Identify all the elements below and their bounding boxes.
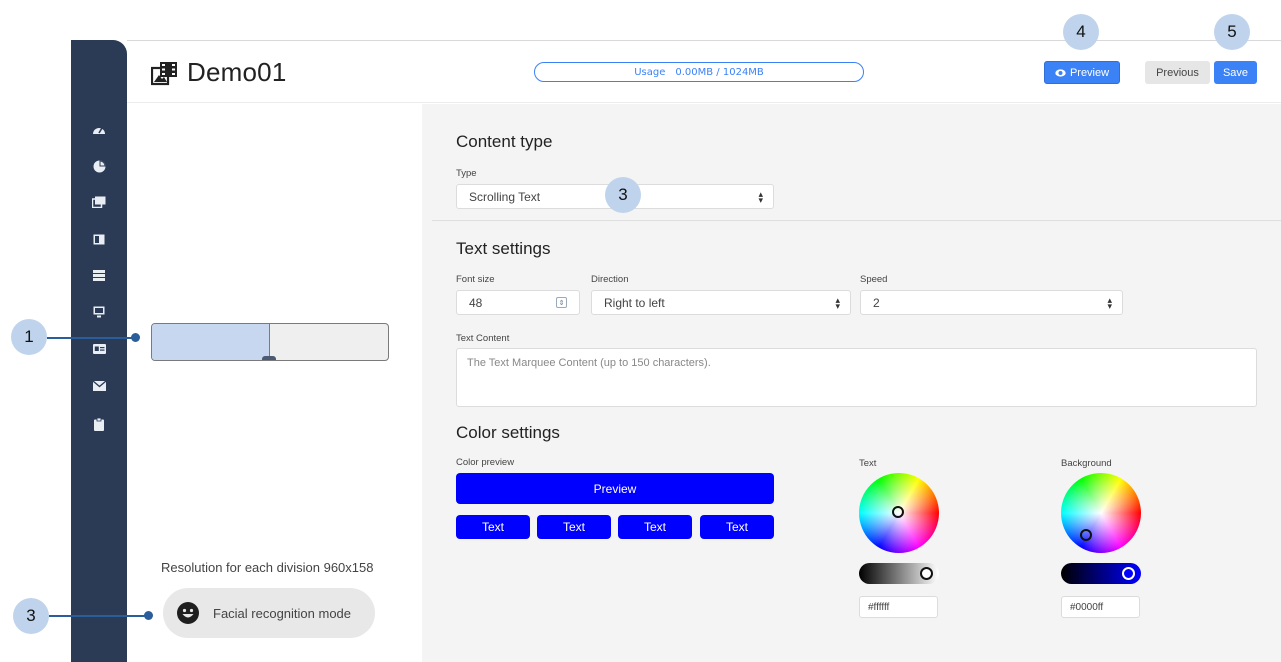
background-brightness-knob[interactable] bbox=[1122, 567, 1135, 580]
direction-label: Direction bbox=[591, 274, 629, 285]
background-color-wheel[interactable] bbox=[1061, 473, 1141, 553]
speed-label: Speed bbox=[860, 274, 888, 285]
list-icon[interactable] bbox=[90, 266, 108, 284]
usage-bar: Usage 0.00MB / 1024MB bbox=[534, 62, 864, 82]
callout-3-top: 3 bbox=[605, 177, 641, 213]
facial-recognition-label: Facial recognition mode bbox=[213, 605, 352, 621]
color-preview-label: Color preview bbox=[456, 457, 515, 468]
smiley-icon bbox=[177, 602, 199, 624]
title-group: Demo01 bbox=[151, 57, 286, 88]
dashboard-icon[interactable] bbox=[90, 120, 108, 138]
layout-icon[interactable] bbox=[90, 230, 108, 248]
background-color-hex-input[interactable]: #0000ff bbox=[1061, 596, 1140, 618]
usage-label: Usage bbox=[634, 66, 666, 78]
select-caret-icon: ▴ ▾ bbox=[758, 189, 763, 205]
clipboard-icon[interactable] bbox=[90, 415, 108, 433]
speed-value: 2 bbox=[873, 295, 880, 310]
direction-select[interactable]: Right to left ▴ ▾ bbox=[591, 290, 851, 315]
layout-preview-panel: Resolution for each division 960x158 Fac… bbox=[127, 104, 422, 662]
select-caret-icon: ▴ ▾ bbox=[1107, 295, 1112, 311]
save-button[interactable]: Save bbox=[1214, 61, 1257, 84]
color-settings-title: Color settings bbox=[456, 423, 560, 442]
text-chip: Text bbox=[456, 515, 530, 539]
select-caret-icon: ▴ ▾ bbox=[835, 295, 840, 311]
background-color-label: Background bbox=[1061, 458, 1112, 469]
content-type-title: Content type bbox=[456, 132, 553, 151]
callout-1: 1 bbox=[11, 319, 47, 355]
text-brightness-slider[interactable] bbox=[859, 563, 939, 584]
stepper-icon[interactable]: ⇕ bbox=[556, 297, 567, 308]
text-content-textarea[interactable]: The Text Marquee Content (up to 150 char… bbox=[456, 348, 1257, 407]
font-size-value: 48 bbox=[469, 295, 483, 310]
usage-value: 0.00MB / 1024MB bbox=[675, 66, 764, 78]
settings-panel: Content type Type Scrolling Text ▴ ▾ Text… bbox=[422, 104, 1281, 662]
text-content-label: Text Content bbox=[456, 333, 510, 344]
previous-button[interactable]: Previous bbox=[1145, 61, 1210, 84]
text-color-wheel-knob[interactable] bbox=[892, 506, 904, 518]
color-preview-bar: Preview bbox=[456, 473, 774, 504]
media-icon[interactable] bbox=[90, 193, 108, 211]
monitor-icon[interactable] bbox=[90, 303, 108, 321]
text-chip: Text bbox=[537, 515, 611, 539]
media-title-icon bbox=[151, 61, 177, 85]
text-settings-title: Text settings bbox=[456, 239, 551, 258]
text-brightness-knob[interactable] bbox=[920, 567, 933, 580]
id-card-icon[interactable] bbox=[90, 340, 108, 358]
text-color-label: Text bbox=[859, 458, 877, 469]
text-chip: Text bbox=[618, 515, 692, 539]
preview-button-label: Preview bbox=[1069, 66, 1110, 79]
callout-1-dot bbox=[131, 333, 140, 342]
text-content-placeholder: The Text Marquee Content (up to 150 char… bbox=[467, 357, 711, 369]
callout-3-bottom-leader bbox=[49, 615, 148, 617]
sidebar bbox=[71, 40, 127, 662]
font-size-input[interactable]: 48 ⇕ bbox=[456, 290, 580, 315]
text-color-hex-input[interactable]: #ffffff bbox=[859, 596, 938, 618]
eye-icon bbox=[1055, 68, 1066, 77]
resolution-text: Resolution for each division 960x158 bbox=[161, 560, 374, 575]
callout-1-leader bbox=[47, 337, 135, 339]
type-label: Type bbox=[456, 168, 477, 179]
background-brightness-slider[interactable] bbox=[1061, 563, 1141, 584]
mail-icon[interactable] bbox=[90, 377, 108, 395]
header: Demo01 Usage 0.00MB / 1024MB Preview Pre… bbox=[127, 41, 1281, 103]
preview-button[interactable]: Preview bbox=[1044, 61, 1120, 84]
callout-4: 4 bbox=[1063, 14, 1099, 50]
callout-3-bottom-dot bbox=[144, 611, 153, 620]
speed-select[interactable]: 2 ▴ ▾ bbox=[860, 290, 1123, 315]
text-color-wheel[interactable] bbox=[859, 473, 939, 553]
pie-chart-icon[interactable] bbox=[90, 157, 108, 175]
type-select-value: Scrolling Text bbox=[469, 189, 541, 204]
division-resize-handle[interactable] bbox=[262, 356, 276, 360]
text-chip: Text bbox=[700, 515, 774, 539]
section-divider bbox=[432, 220, 1281, 221]
facial-recognition-button[interactable]: Facial recognition mode bbox=[163, 588, 375, 638]
direction-value: Right to left bbox=[604, 295, 665, 310]
callout-3-bottom: 3 bbox=[13, 598, 49, 634]
font-size-label: Font size bbox=[456, 274, 495, 285]
page-title: Demo01 bbox=[187, 57, 287, 87]
background-color-wheel-knob[interactable] bbox=[1080, 529, 1092, 541]
division-selected[interactable] bbox=[152, 324, 270, 360]
division-preview[interactable] bbox=[151, 323, 389, 361]
callout-5: 5 bbox=[1214, 14, 1250, 50]
